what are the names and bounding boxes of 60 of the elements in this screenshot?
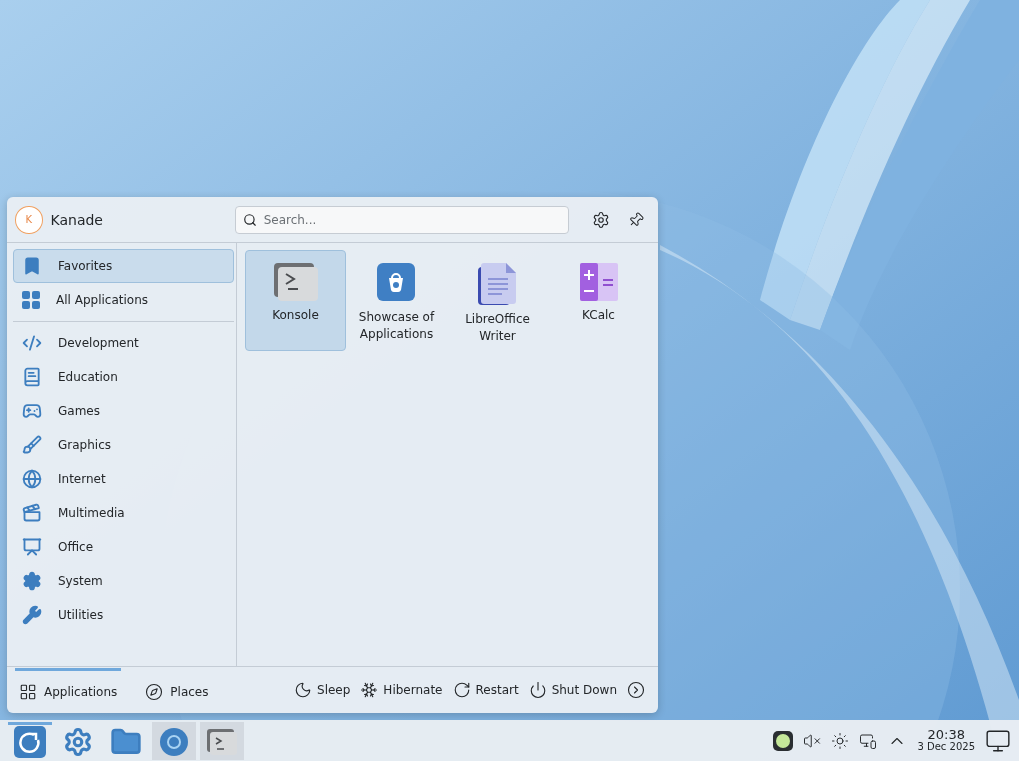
category-item[interactable]: Internet xyxy=(13,462,234,496)
taskbar-button[interactable] xyxy=(200,721,244,760)
snowflake-icon xyxy=(360,681,379,699)
taskbar-button[interactable] xyxy=(8,721,52,760)
clock[interactable]: 20:38 3 Dec 2025 xyxy=(917,728,975,753)
footer-tab[interactable]: Places xyxy=(141,667,213,713)
compass-icon xyxy=(145,682,164,701)
app-tile[interactable]: Showcase of Applications xyxy=(346,250,447,351)
category-item[interactable]: All Applications xyxy=(13,283,234,317)
taskbar-button[interactable] xyxy=(152,721,196,760)
status-icon[interactable] xyxy=(773,730,794,751)
grid-icon xyxy=(22,291,40,309)
category-item[interactable]: Utilities xyxy=(13,598,234,632)
app-tile[interactable]: LibreOffice Writer xyxy=(447,250,548,351)
media-icon xyxy=(22,503,42,523)
terminal-icon xyxy=(273,263,318,301)
footer-tab[interactable]: Applications xyxy=(15,667,122,713)
network-icon[interactable] xyxy=(859,731,878,750)
category-item[interactable]: Multimedia xyxy=(13,496,234,530)
user-avatar: K xyxy=(15,205,43,234)
grid-icon xyxy=(19,682,37,701)
search-icon xyxy=(242,212,257,227)
power-button[interactable]: Shut Down xyxy=(523,681,622,699)
category-item[interactable]: System xyxy=(13,564,234,598)
settings-icon xyxy=(591,210,610,229)
bag-icon xyxy=(376,263,417,303)
terminal-icon xyxy=(207,729,237,755)
browser-icon xyxy=(159,727,189,757)
chevron-right-icon xyxy=(627,681,645,699)
volume-muted-icon[interactable] xyxy=(803,731,822,750)
calculator-icon xyxy=(579,263,618,301)
moon-icon xyxy=(294,681,312,699)
category-item[interactable]: Education xyxy=(13,360,234,394)
presentation-icon xyxy=(22,537,42,557)
gamepad-icon xyxy=(22,401,42,421)
gear-icon xyxy=(63,727,93,757)
book-icon xyxy=(22,367,42,387)
app-tile[interactable]: Konsole xyxy=(245,250,346,351)
code-icon xyxy=(22,333,42,353)
globe-icon xyxy=(22,469,42,489)
search-field[interactable]: Search... xyxy=(234,205,570,234)
category-item[interactable]: Development xyxy=(13,326,234,360)
gear-icon xyxy=(22,571,42,591)
category-item[interactable]: Graphics xyxy=(13,428,234,462)
app-tile[interactable]: KCalc xyxy=(548,250,649,351)
power-button[interactable]: Hibernate xyxy=(355,681,448,699)
power-button[interactable]: Sleep xyxy=(289,681,356,699)
bookmark-icon xyxy=(22,256,42,276)
category-item[interactable]: Favorites xyxy=(13,249,234,283)
brush-icon xyxy=(22,435,42,455)
brightness-icon[interactable] xyxy=(831,731,850,750)
restart-icon xyxy=(452,681,471,699)
power-icon xyxy=(528,681,547,699)
wrench-icon xyxy=(22,605,42,625)
launcher-icon xyxy=(14,726,46,758)
category-item[interactable]: Office xyxy=(13,530,234,564)
category-item[interactable]: Games xyxy=(13,394,234,428)
power-button[interactable]: Restart xyxy=(447,681,524,699)
document-icon xyxy=(477,263,518,305)
user-name: Kanade xyxy=(50,211,104,228)
